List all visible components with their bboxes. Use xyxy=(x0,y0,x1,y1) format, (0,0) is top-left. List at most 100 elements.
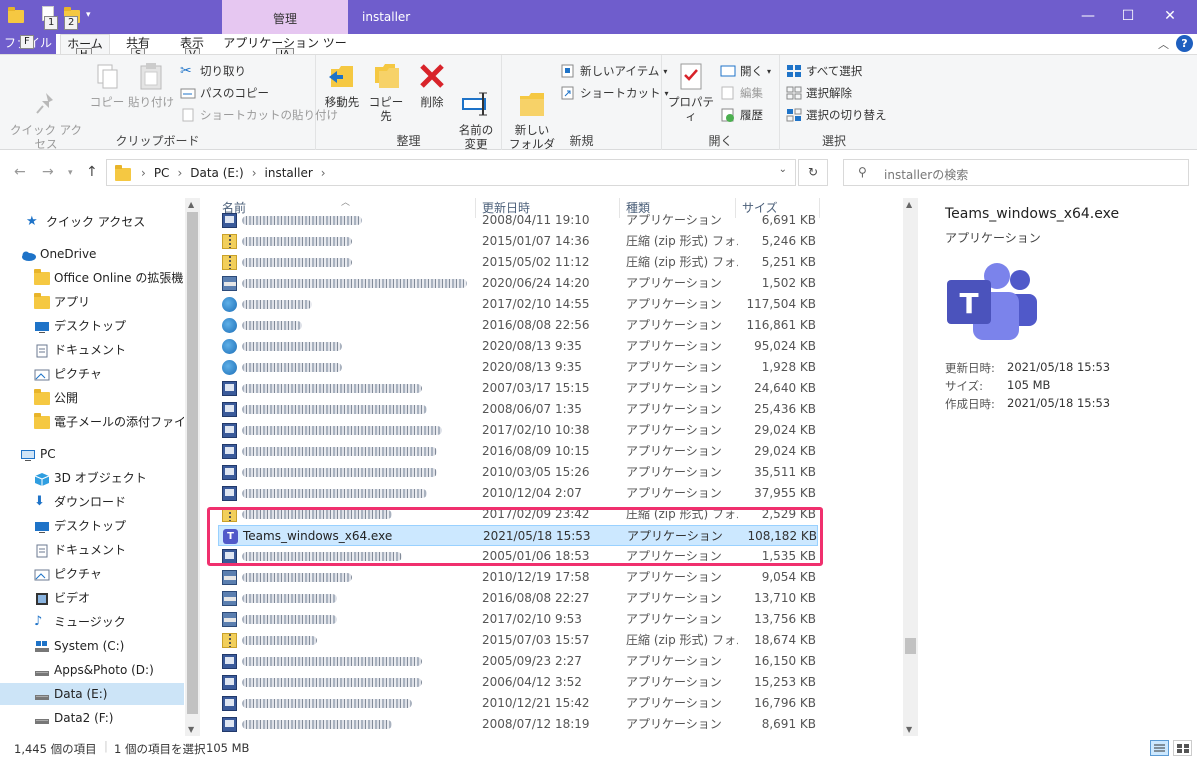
file-row[interactable]: 2017/02/10 10:38 アプリケーション 29,024 KB xyxy=(218,420,818,441)
nav-item[interactable]: ピクチャ xyxy=(0,363,184,385)
invert-selection-icon xyxy=(786,108,802,122)
file-row[interactable]: 2017/02/10 14:55 アプリケーション 117,504 KB xyxy=(218,294,818,315)
nav-item[interactable]: アプリ xyxy=(0,291,184,313)
file-row[interactable]: 2015/07/03 15:57 圧縮 (zip 形式) フォルダー 18,674 … xyxy=(218,630,818,651)
nav-item[interactable]: デスクトップ xyxy=(0,315,184,337)
breadcrumb-separator: › xyxy=(320,166,326,180)
breadcrumb-installer[interactable]: installer xyxy=(265,166,313,180)
file-row[interactable]: 2020/08/13 9:35 アプリケーション 1,928 KB xyxy=(218,357,818,378)
nav-item[interactable]: Data (E:) xyxy=(0,683,184,705)
back-arrow-icon[interactable]: ← xyxy=(14,164,26,180)
nav-item[interactable]: Office Online の拡張機能 xyxy=(0,267,184,289)
file-row[interactable]: 2007/03/17 15:15 アプリケーション 24,640 KB xyxy=(218,378,818,399)
nav-item[interactable]: ピクチャ xyxy=(0,563,184,585)
nav-item[interactable]: Data2 (F:) xyxy=(0,707,184,729)
nav-item[interactable]: ビデオ xyxy=(0,587,184,609)
nav-item[interactable]: ドキュメント xyxy=(0,339,184,361)
open-button[interactable]: 開く ▾ xyxy=(720,63,771,79)
nav-item[interactable]: 公開 xyxy=(0,387,184,409)
details-view-icon[interactable] xyxy=(1150,740,1169,756)
nav-item[interactable]: System (C:) xyxy=(0,635,184,657)
file-row[interactable]: 2015/05/02 11:12 圧縮 (zip 形式) フォルダー 5,251 K… xyxy=(218,252,818,273)
file-list-scrollbar[interactable]: ▲ ▼ xyxy=(903,198,918,736)
file-row[interactable]: 2020/06/24 14:20 アプリケーション 1,502 KB xyxy=(218,273,818,294)
move-to-button[interactable]: 移動先 xyxy=(320,61,364,109)
collapse-ribbon-icon[interactable]: ︿ xyxy=(1158,36,1169,52)
nav-item[interactable]: ★ クイック アクセス xyxy=(0,211,184,233)
nav-item[interactable]: 電子メールの添付ファイル xyxy=(0,411,184,433)
help-icon[interactable]: ? xyxy=(1176,35,1193,52)
close-button[interactable]: ✕ xyxy=(1160,6,1180,26)
easy-access-button[interactable]: ショートカット ▾ xyxy=(560,85,669,101)
redacted-name xyxy=(242,489,427,498)
redacted-name xyxy=(242,426,442,435)
copy-button[interactable]: コピー xyxy=(88,61,126,109)
application-icon xyxy=(222,654,237,669)
edit-button[interactable]: 編集 xyxy=(720,85,763,101)
cut-button[interactable]: ✂ 切り取り xyxy=(180,63,246,79)
nav-item[interactable]: デスクトップ xyxy=(0,515,184,537)
scroll-down-icon[interactable]: ▼ xyxy=(188,725,194,734)
file-row[interactable]: 2016/08/08 22:27 アプリケーション 13,710 KB xyxy=(218,588,818,609)
redacted-name xyxy=(242,384,422,393)
copy-to-button[interactable]: コピー先 xyxy=(364,61,408,123)
file-row[interactable]: 2020/08/13 9:35 アプリケーション 95,024 KB xyxy=(218,336,818,357)
breadcrumb-data-e[interactable]: Data (E:) xyxy=(190,166,243,180)
file-row[interactable]: 2016/08/09 10:15 アプリケーション 29,024 KB xyxy=(218,441,818,462)
file-size: 29,024 KB xyxy=(754,423,816,437)
file-row[interactable]: 2015/01/07 14:36 圧縮 (zip 形式) フォルダー 5,246 K… xyxy=(218,231,818,252)
paste-shortcut-icon xyxy=(180,108,196,122)
file-row[interactable]: 2010/12/04 2:07 アプリケーション 37,955 KB xyxy=(218,483,818,504)
nav-item[interactable]: ♪ ミュージック xyxy=(0,611,184,633)
file-row[interactable]: 2010/12/21 15:42 アプリケーション 16,796 KB xyxy=(218,693,818,714)
file-size: 9,054 KB xyxy=(761,570,816,584)
nav-item[interactable]: ドキュメント xyxy=(0,539,184,561)
copy-path-button[interactable]: パスのコピー xyxy=(180,85,269,101)
maximize-button[interactable]: ☐ xyxy=(1118,6,1138,26)
file-row[interactable]: 2008/06/07 1:35 アプリケーション 25,436 KB xyxy=(218,399,818,420)
up-arrow-icon[interactable]: ↑ xyxy=(86,164,98,180)
file-row[interactable]: 2010/12/19 17:58 アプリケーション 9,054 KB xyxy=(218,567,818,588)
file-row[interactable]: 2005/09/23 2:27 アプリケーション 16,150 KB xyxy=(218,651,818,672)
cube-icon xyxy=(34,471,50,486)
minimize-button[interactable]: — xyxy=(1078,6,1098,26)
scroll-up-icon[interactable]: ▲ xyxy=(188,200,194,209)
refresh-button[interactable]: ↻ xyxy=(798,159,828,186)
invert-selection-button[interactable]: 選択の切り替え xyxy=(786,107,887,123)
customize-qat-icon[interactable]: ▾ xyxy=(86,6,104,24)
file-row[interactable]: 2008/07/12 18:19 アプリケーション 8,691 KB xyxy=(218,714,818,735)
nav-scrollbar-thumb[interactable] xyxy=(187,212,198,714)
recent-locations-icon[interactable]: ▾ xyxy=(68,168,73,178)
file-list-scrollbar-thumb[interactable] xyxy=(905,638,916,654)
nav-item[interactable]: Apps&Photo (D:) xyxy=(0,659,184,681)
nav-item[interactable]: PC xyxy=(0,443,184,465)
large-icons-view-icon[interactable] xyxy=(1173,740,1192,756)
nav-item[interactable]: 3D オブジェクト xyxy=(0,467,184,489)
scroll-down-icon[interactable]: ▼ xyxy=(906,725,912,734)
file-row[interactable]: 2010/03/05 15:26 アプリケーション 35,511 KB xyxy=(218,462,818,483)
address-history-chevron-icon[interactable]: ⌄ xyxy=(779,164,787,175)
nav-item-label: ミュージック xyxy=(54,615,126,629)
nav-item[interactable]: OneDrive xyxy=(0,243,184,265)
file-row[interactable]: 2017/02/10 9:53 アプリケーション 13,756 KB xyxy=(218,609,818,630)
select-none-button[interactable]: 選択解除 xyxy=(786,85,852,101)
nav-scrollbar[interactable]: ▲ ▼ xyxy=(185,198,200,736)
properties-button[interactable]: プロパティ xyxy=(666,61,716,123)
nav-item[interactable]: ⬇ ダウンロード xyxy=(0,491,184,513)
select-all-button[interactable]: すべて選択 xyxy=(786,63,862,79)
breadcrumb-pc[interactable]: PC xyxy=(154,166,170,180)
delete-button[interactable]: 削除 xyxy=(412,61,452,109)
address-bar[interactable]: › PC › Data (E:) › installer › ⌄ xyxy=(106,159,796,186)
file-type: アプリケーション xyxy=(626,612,722,626)
new-item-button[interactable]: 新しいアイテム ▾ xyxy=(560,63,667,79)
search-box[interactable]: ⚲ installerの検索 xyxy=(843,159,1189,186)
scroll-up-icon[interactable]: ▲ xyxy=(906,200,912,209)
paste-shortcut-button[interactable]: ショートカットの貼り付け xyxy=(180,107,338,123)
forward-arrow-icon[interactable]: → xyxy=(42,164,54,180)
file-size: 16,150 KB xyxy=(754,654,816,668)
file-row[interactable]: 2016/08/08 22:56 アプリケーション 116,861 KB xyxy=(218,315,818,336)
file-row[interactable]: 2008/04/11 19:10 アプリケーション 6,691 KB xyxy=(218,210,818,231)
paste-button[interactable]: 貼り付け xyxy=(128,61,174,109)
history-button[interactable]: 履歴 xyxy=(720,107,763,123)
file-row[interactable]: 2006/04/12 3:52 アプリケーション 15,253 KB xyxy=(218,672,818,693)
